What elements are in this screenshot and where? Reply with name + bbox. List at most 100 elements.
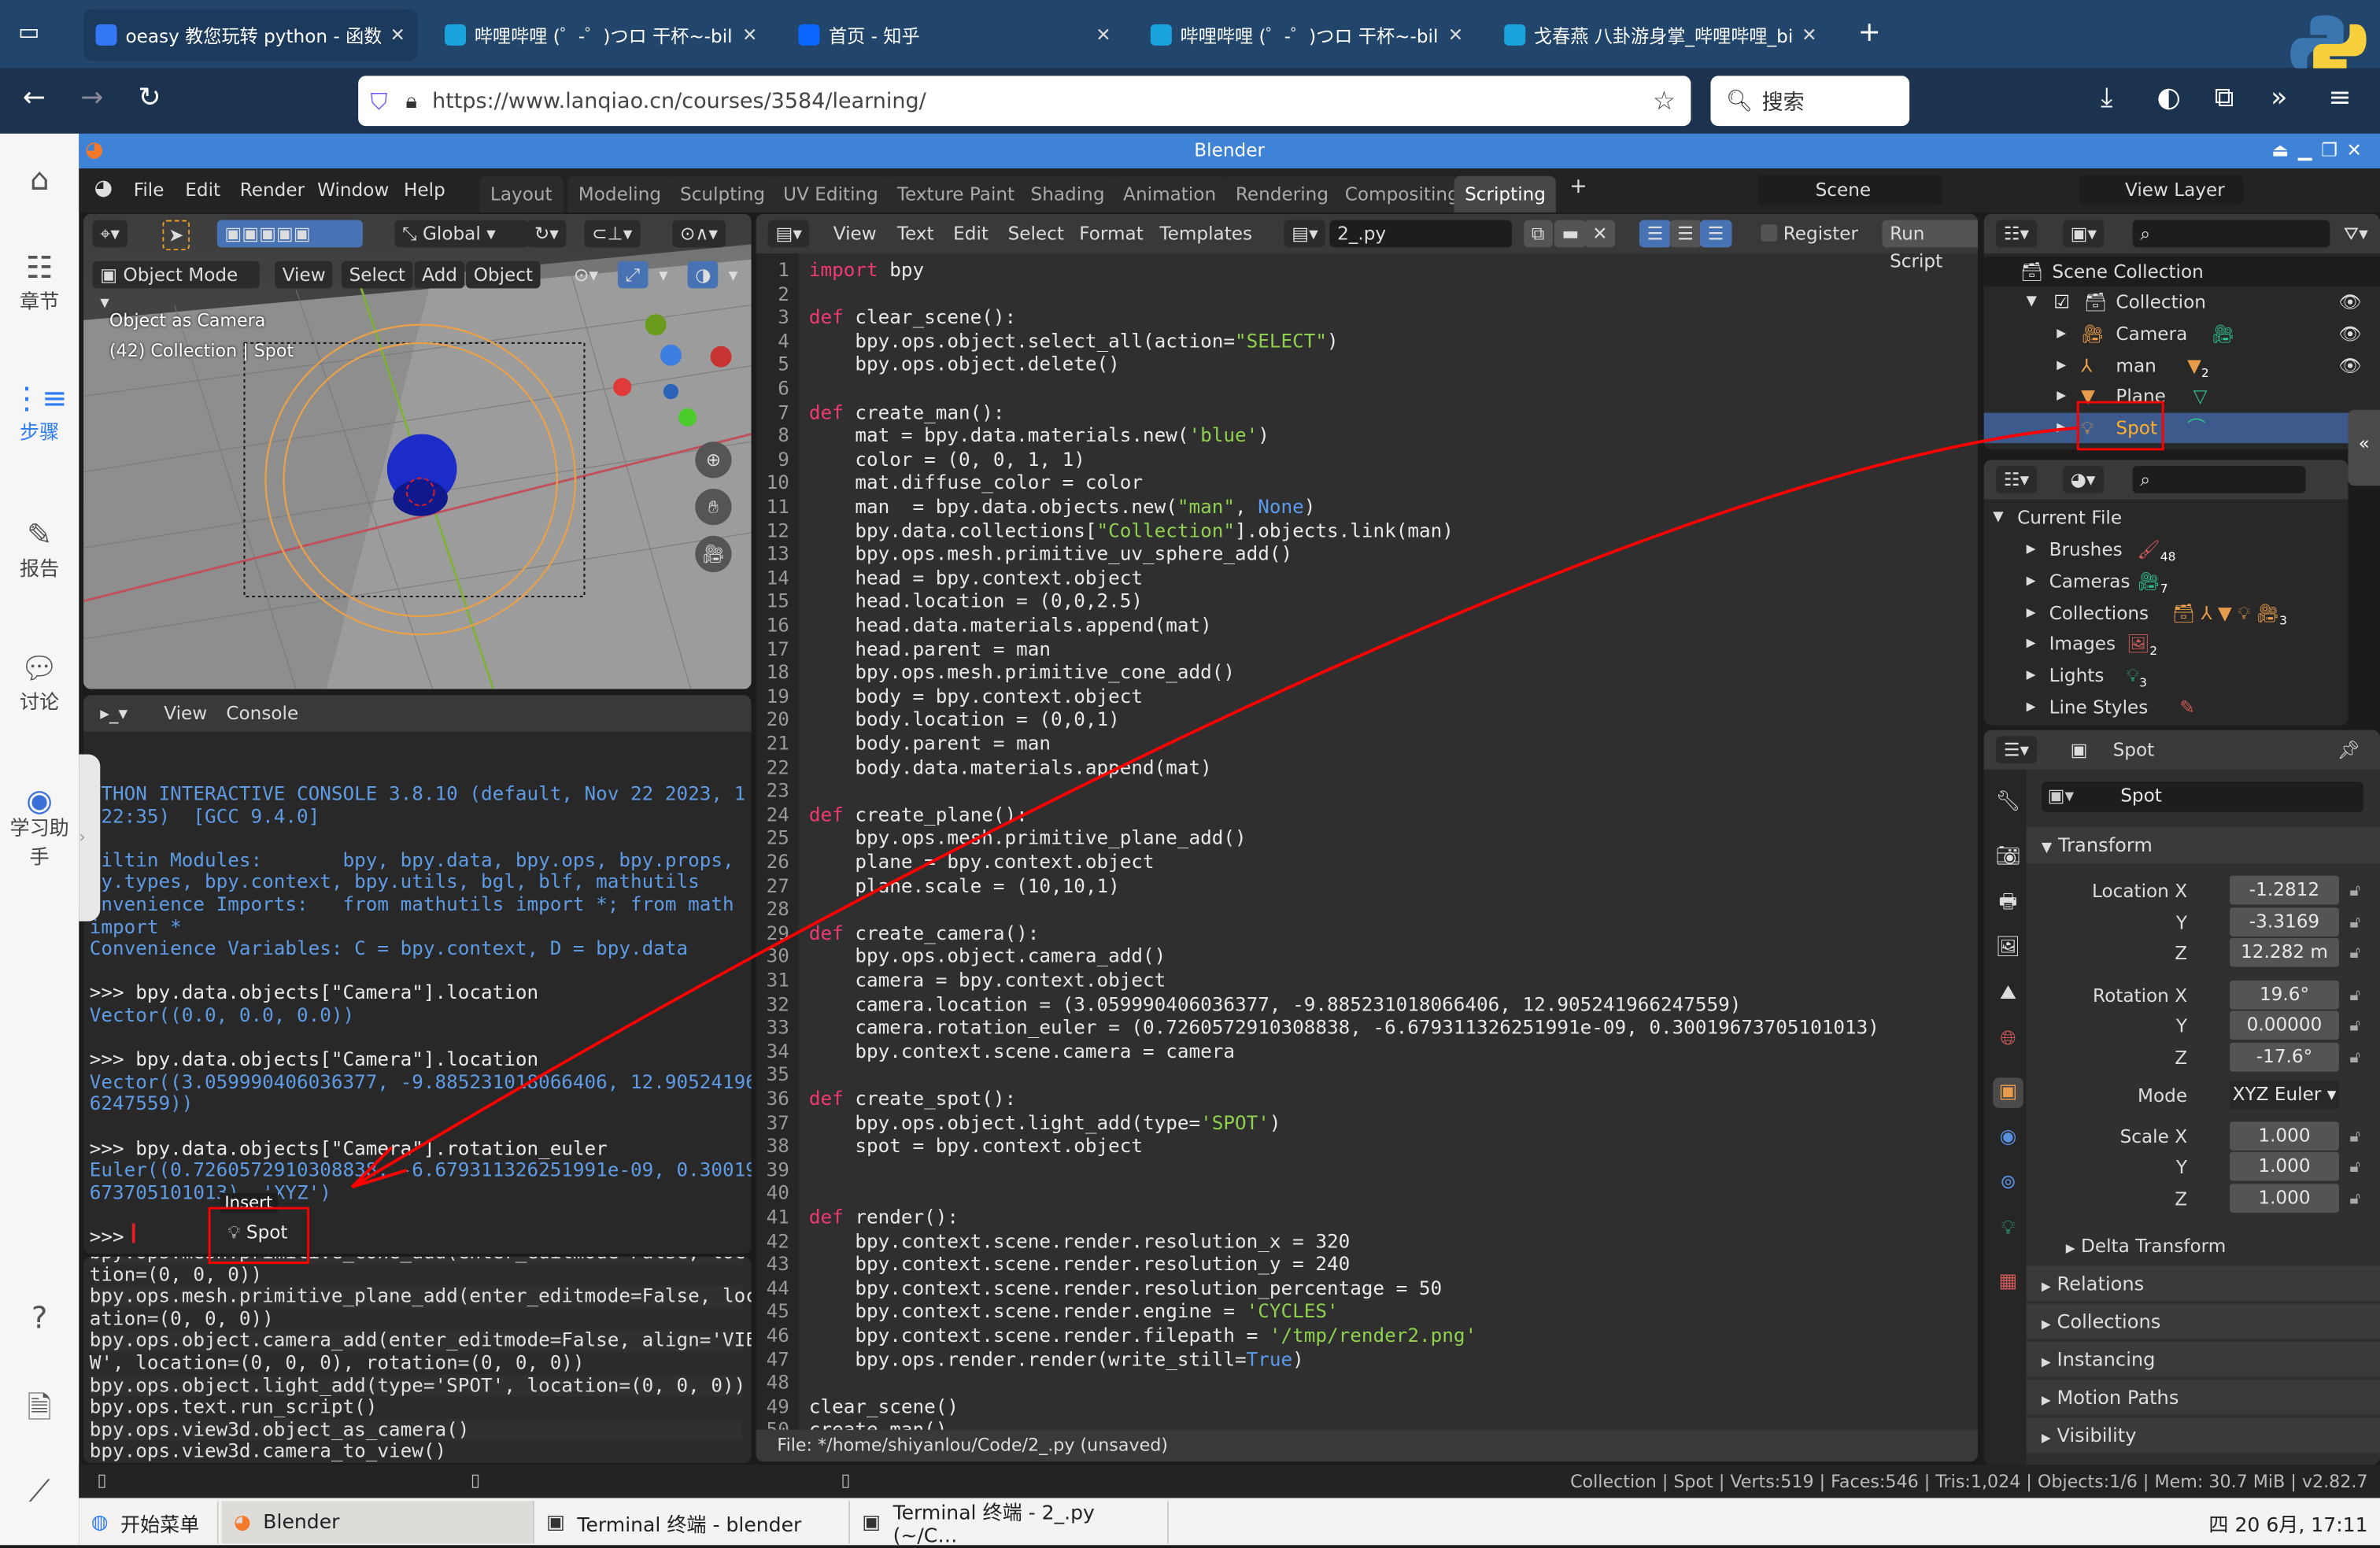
section-relations[interactable]: ▶ Relations [2026, 1265, 2380, 1301]
new-text-icon[interactable]: ⧉ [1524, 220, 1553, 248]
world-tab-icon[interactable]: 🌐︎ [1993, 1025, 2023, 1055]
outliner[interactable]: ☷▾ ▣▾ ⌕ ⛛▾ 🗃︎ Scene Collection ▼ ☑ 🗃︎ Collec… [1983, 213, 2380, 449]
info-editor[interactable]: bpy.ops.mesh.primitive_cone_add(enter_ed… [83, 1256, 752, 1464]
viewport-menu-view[interactable]: View [275, 260, 334, 289]
tracking-protection-icon[interactable]: ⛉ [371, 87, 388, 115]
window-controls[interactable]: ⏏▁❐✕ [2271, 134, 2371, 168]
text-menu-edit[interactable]: Edit [945, 220, 996, 248]
outliner-row-scene-collection[interactable]: 🗃︎ Scene Collection [1983, 256, 2380, 287]
outliner-row-collection[interactable]: ▼ ☑ 🗃︎ Collection 👁︎ [1984, 286, 2380, 317]
lock-icon[interactable]: 🔓︎ [2349, 1157, 2360, 1178]
object-tab-icon[interactable]: ▣ [1993, 1077, 2023, 1108]
browser-tab[interactable]: oeasy 教您玩转 python - 函数封装 ✕ [83, 9, 418, 61]
menu-help[interactable]: Help [404, 179, 445, 201]
collapse-sidebar-handle[interactable]: › [79, 754, 101, 922]
view-layer-tab-icon[interactable]: 🖼︎ [1993, 933, 2023, 964]
scale-x-field[interactable]: 1.000 [2230, 1121, 2339, 1151]
pin-icon[interactable]: 📌︎ [2330, 736, 2368, 763]
outliner-row-camera[interactable]: ▶ 🎥︎ Camera 🎥︎ 👁︎ [1984, 319, 2380, 349]
3d-viewport[interactable]: ⌖▾ ➤ ▣▣▣▣▣ ⤡ Global ▾ ↻▾ ⊂⊥▾ ⊙∧▾ ▣ Objec… [83, 213, 752, 689]
tree-row-line-styles[interactable]: ▶ Line Styles ✎ [1984, 692, 2349, 722]
editor-type-icon[interactable]: ⌖▾ [92, 220, 128, 248]
bookmark-star-icon[interactable]: ☆ [1653, 86, 1676, 116]
run-script-button[interactable]: Run Script [1882, 220, 1978, 272]
constraints-tab-icon[interactable]: ⊚ [1993, 1169, 2023, 1199]
address-bar[interactable]: ⛉ 🔒︎ https://www.lanqiao.cn/courses/3584… [358, 76, 1691, 127]
output-tab-icon[interactable]: 🖶︎ [1993, 888, 2023, 918]
visibility-icon[interactable]: ⊙▾ [566, 261, 605, 289]
browser-tab[interactable]: 戈春燕 八卦游身掌_哔哩哔哩_bilibili ✕ [1492, 9, 1829, 61]
tool-tab-icon[interactable]: 🔧︎ [1993, 788, 2023, 818]
outliner-row-plane[interactable]: ▶ ▼ Plane ▽ [1984, 381, 2380, 412]
view-layer-selector[interactable]: View Layer [2079, 174, 2244, 205]
section-instancing[interactable]: ▶ Instancing [2026, 1341, 2380, 1377]
unlink-text-icon[interactable]: ✕ [1584, 220, 1616, 248]
sidebar-item-report[interactable]: ✎ 报告 [0, 516, 79, 582]
rotation-x-field[interactable]: 19.6° [2230, 980, 2339, 1009]
tree-row-current-file[interactable]: ▼ Current File [1984, 502, 2349, 533]
url-text[interactable]: https://www.lanqiao.cn/courses/3584/lear… [432, 89, 926, 113]
mode-dropdown[interactable]: ▣ Object Mode ▾ [92, 260, 260, 312]
workspace-tab-scripting[interactable]: Scripting [1454, 175, 1557, 212]
shield-icon[interactable]: ◐ [2156, 82, 2180, 113]
lock-icon[interactable]: 🔓︎ [2349, 943, 2360, 964]
location-x-field[interactable]: -1.2812 [2230, 875, 2339, 905]
home-icon[interactable]: ⌂ [0, 161, 79, 197]
outliner-row-man[interactable]: ▶ ⅄ man ▼2 👁︎ [1984, 350, 2380, 381]
text-menu-select[interactable]: Select [1000, 220, 1072, 248]
lock-icon[interactable]: 🔓︎ [2349, 1016, 2360, 1037]
browser-tab[interactable]: 哔哩哔哩 (゜-゜)つロ 干杯~-bilibili ✕ [433, 9, 770, 61]
rotation-z-field[interactable]: -17.6° [2230, 1042, 2339, 1071]
expand-sidebar-icon[interactable]: « [2348, 409, 2380, 486]
word-wrap-toggle[interactable]: ☰ [1669, 220, 1702, 248]
lock-icon[interactable]: 🔓︎ [2349, 881, 2360, 902]
syntax-highlight-toggle[interactable]: ☰ [1699, 220, 1732, 248]
text-menu-format[interactable]: Format [1072, 220, 1151, 248]
properties-editor[interactable]: ☰▾ ▣ Spot 📌︎ 🔧︎ 📷︎ 🖶︎ 🖼︎ ⛰︎ 🌐︎ ▣ ◉ ⊚ 💡︎ … [1983, 730, 2380, 1465]
blender-menu-icon[interactable]: ◕ [94, 176, 113, 201]
download-icon[interactable]: ⤓ [2101, 82, 2112, 113]
selection-mode-buttons[interactable]: ▣▣▣▣▣ [216, 220, 363, 248]
proportional-edit-icon[interactable]: ⊙∧▾ [672, 220, 726, 248]
snap-icon[interactable]: ⊂⊥▾ [584, 220, 640, 248]
task-terminal-script[interactable]: ▣ Terminal 终端 - 2_.py (~/C… [850, 1501, 1169, 1548]
location-y-field[interactable]: -3.3169 [2230, 907, 2339, 936]
register-checkbox[interactable]: Register [1753, 220, 1865, 248]
workspace-tab-rendering[interactable]: Rendering [1225, 175, 1340, 212]
tree-row-images[interactable]: ▶ Images 🖼︎2 [1984, 629, 2349, 659]
chart-icon[interactable]: ⟋ [0, 1472, 79, 1509]
close-tab-icon[interactable]: ✕ [1448, 24, 1463, 46]
workspace-tab-layout[interactable]: Layout [479, 175, 564, 212]
rotation-y-field[interactable]: 0.00000 [2230, 1010, 2339, 1040]
section-collections[interactable]: ▶ Collections [2026, 1303, 2380, 1339]
select-tool-icon[interactable]: ➤ [162, 220, 190, 251]
info-log-line[interactable]: bpy.ops.view3d.camera_to_view() [90, 1440, 742, 1463]
editor-type-icon[interactable]: ▤▾ [767, 220, 810, 248]
close-tab-icon[interactable]: ✕ [1802, 24, 1816, 46]
transform-section-header[interactable]: ▼ Transform [2026, 827, 2380, 864]
viewport-menu-add[interactable]: Add [414, 260, 465, 289]
extensions-icon[interactable]: ⧉ [2215, 82, 2234, 113]
tree-row-brushes[interactable]: ▶ Brushes 🖌︎48 [1984, 534, 2349, 565]
info-log-line[interactable]: bpy.ops.view3d.object_as_camera() [89, 1418, 743, 1441]
new-tab-button[interactable]: + [1858, 17, 1881, 48]
rotation-mode-dropdown[interactable]: XYZ Euler ▾ [2230, 1081, 2339, 1110]
start-menu-button[interactable]: ◍ 开始菜单 [79, 1501, 219, 1544]
text-editor[interactable]: ▤▾ View Text Edit Select Format Template… [756, 213, 1978, 1462]
overlay-icon[interactable]: ◑ [687, 260, 719, 289]
checkbox-icon[interactable]: ☑ [2053, 286, 2070, 317]
eye-icon[interactable]: 👁︎ [2338, 350, 2361, 381]
more-tools-icon[interactable]: » [2271, 82, 2287, 113]
location-z-field[interactable]: 12.282 m [2230, 937, 2339, 967]
sidebar-item-discuss[interactable]: 💬︎ 讨论 [0, 649, 79, 715]
texture-tab-icon[interactable]: ▦ [1993, 1267, 2023, 1298]
close-tab-icon[interactable]: ✕ [390, 24, 405, 46]
task-blender[interactable]: ◕ Blender [221, 1501, 534, 1544]
pan-hand-icon[interactable]: ✋︎ [695, 488, 732, 526]
scene-selector[interactable]: Scene [1757, 174, 1943, 205]
workspace-tab-animation[interactable]: Animation [1112, 175, 1227, 212]
tree-row-cameras[interactable]: ▶ Cameras 🎥︎7 [1984, 566, 2349, 597]
workspace-tab-texture-paint[interactable]: Texture Paint [886, 175, 1026, 212]
eye-icon[interactable]: 👁︎ [2338, 319, 2361, 349]
line-numbers-toggle[interactable]: ☰ [1639, 220, 1671, 248]
